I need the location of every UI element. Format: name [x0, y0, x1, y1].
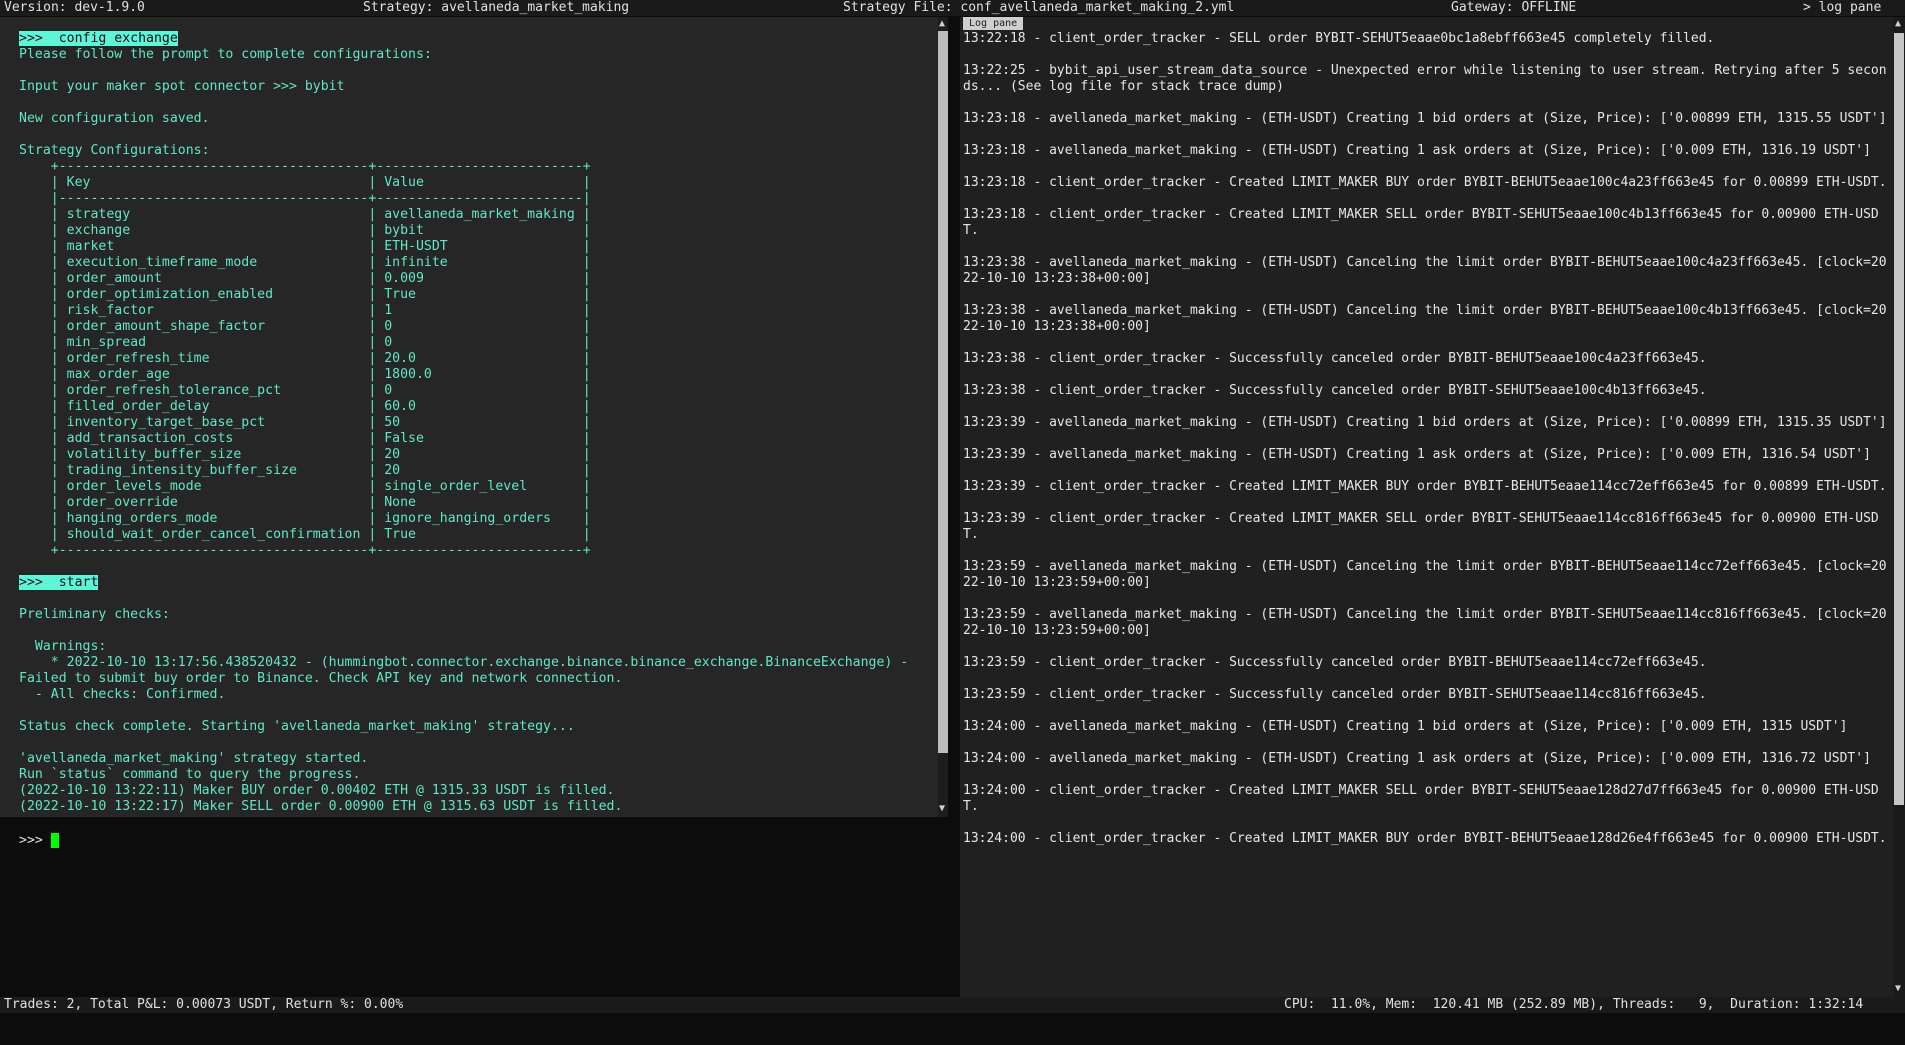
output-line: | order_amount_shape_factor | 0 |: [19, 319, 591, 334]
log-entry: 13:22:25 - bybit_api_user_stream_data_so…: [963, 63, 1887, 94]
log-entries: 13:22:18 - client_order_tracker - SELL o…: [963, 31, 1888, 863]
trades-summary: Trades: 2, Total P&L: 0.00073 USDT, Retu…: [4, 997, 404, 1012]
command-echo-line: >>> config exchange: [19, 31, 178, 46]
log-entry: 13:23:38 - client_order_tracker - Succes…: [963, 351, 1707, 366]
output-line: | should_wait_order_cancel_confirmation …: [19, 527, 591, 542]
output-line: | order_amount | 0.009 |: [19, 271, 591, 286]
log-entry: 13:23:38 - avellaneda_market_making - (E…: [963, 303, 1887, 334]
output-line: * 2022-10-10 13:17:56.438520432 - (hummi…: [19, 655, 909, 670]
output-line: Run `status` command to query the progre…: [19, 767, 361, 782]
output-line: | add_transaction_costs | False |: [19, 431, 591, 446]
output-line: (2022-10-10 13:22:17) Maker SELL order 0…: [19, 799, 623, 814]
up-arrow-icon[interactable]: ▲: [1895, 19, 1901, 29]
log-entry: 13:23:59 - client_order_tracker - Succes…: [963, 687, 1707, 702]
output-scrollbar[interactable]: ▲ ▼: [938, 17, 948, 817]
up-arrow-icon[interactable]: ▲: [939, 19, 945, 29]
pane-divider: [948, 17, 960, 997]
top-bar: Version: dev-1.9.0 Strategy: avellaneda_…: [0, 0, 1905, 16]
output-line: 'avellaneda_market_making' strategy star…: [19, 751, 369, 766]
output-line: | order_refresh_tolerance_pct | 0 |: [19, 383, 591, 398]
version-label: Version: dev-1.9.0: [4, 0, 145, 15]
log-scrollbar[interactable]: ▲ ▼: [1893, 17, 1905, 997]
command-input[interactable]: >>>: [19, 833, 59, 849]
log-entry: 13:23:38 - avellaneda_market_making - (E…: [963, 255, 1887, 286]
output-line: +---------------------------------------…: [19, 543, 591, 558]
prompt-symbol: >>>: [19, 833, 51, 848]
down-arrow-icon[interactable]: ▼: [939, 804, 945, 814]
output-line: | market | ETH-USDT |: [19, 239, 591, 254]
log-entry: 13:23:18 - avellaneda_market_making - (E…: [963, 143, 1871, 158]
log-entry: 13:24:00 - client_order_tracker - Create…: [963, 831, 1887, 846]
output-text: >>> config exchange Please follow the pr…: [19, 31, 908, 815]
output-line: | risk_factor | 1 |: [19, 303, 591, 318]
input-area[interactable]: [0, 817, 948, 997]
log-entry: 13:22:18 - client_order_tracker - SELL o…: [963, 31, 1715, 46]
output-line: | hanging_orders_mode | ignore_hanging_o…: [19, 511, 591, 526]
strategy-label: Strategy: avellaneda_market_making: [363, 0, 630, 15]
output-line: | min_spread | 0 |: [19, 335, 591, 350]
output-line: | filled_order_delay | 60.0 |: [19, 399, 591, 414]
output-line: | order_optimization_enabled | True |: [19, 287, 591, 302]
output-line: Preliminary checks:: [19, 607, 170, 622]
output-line: Status check complete. Starting 'avellan…: [19, 719, 575, 734]
log-entry: 13:23:38 - client_order_tracker - Succes…: [963, 383, 1707, 398]
output-line: - All checks: Confirmed.: [19, 687, 226, 702]
log-pane-toggle[interactable]: > log pane: [1803, 0, 1881, 16]
output-line: (2022-10-10 13:22:11) Maker BUY order 0.…: [19, 783, 615, 798]
down-arrow-icon[interactable]: ▼: [1895, 984, 1901, 994]
output-scrollbar-thumb[interactable]: [938, 31, 948, 753]
output-line: | volatility_buffer_size | 20 |: [19, 447, 591, 462]
gateway-status: Gateway: OFFLINE: [1451, 0, 1577, 15]
log-entry: 13:23:59 - avellaneda_market_making - (E…: [963, 559, 1887, 590]
log-pane-title: Log pane: [963, 17, 1024, 30]
log-entry: 13:23:39 - client_order_tracker - Create…: [963, 479, 1887, 494]
log-entry: 13:23:18 - client_order_tracker - Create…: [963, 175, 1887, 190]
output-line: | exchange | bybit |: [19, 223, 591, 238]
log-entry: 13:24:00 - avellaneda_market_making - (E…: [963, 719, 1848, 734]
output-line: | execution_timeframe_mode | infinite |: [19, 255, 591, 270]
output-line: |---------------------------------------…: [19, 191, 591, 206]
log-entry: 13:23:39 - avellaneda_market_making - (E…: [963, 415, 1887, 430]
log-entry: 13:23:39 - avellaneda_market_making - (E…: [963, 447, 1871, 462]
output-line: | trading_intensity_buffer_size | 20 |: [19, 463, 591, 478]
text-cursor: [50, 833, 59, 848]
output-line: | order_override | None |: [19, 495, 591, 510]
output-line: Input your maker spot connector >>> bybi…: [19, 79, 345, 94]
output-line: Warnings:: [19, 639, 107, 654]
output-line: Strategy Configurations:: [19, 143, 210, 158]
output-line: New configuration saved.: [19, 111, 210, 126]
output-line: | strategy | avellaneda_market_making |: [19, 207, 591, 222]
log-entry: 13:24:00 - client_order_tracker - Create…: [963, 783, 1879, 814]
output-line: +---------------------------------------…: [19, 159, 591, 174]
output-line: | inventory_target_base_pct | 50 |: [19, 415, 591, 430]
output-line: Failed to submit buy order to Binance. C…: [19, 671, 623, 686]
log-entry: 13:23:59 - avellaneda_market_making - (E…: [963, 607, 1887, 638]
output-line: Please follow the prompt to complete con…: [19, 47, 432, 62]
output-line: | order_levels_mode | single_order_level…: [19, 479, 591, 494]
log-scrollbar-thumb[interactable]: [1894, 33, 1904, 805]
strategy-file-label: Strategy File: conf_avellaneda_market_ma…: [843, 0, 1235, 15]
log-entry: 13:23:18 - client_order_tracker - Create…: [963, 207, 1879, 238]
log-entry: 13:23:39 - client_order_tracker - Create…: [963, 511, 1879, 542]
status-bar: Trades: 2, Total P&L: 0.00073 USDT, Retu…: [0, 997, 1905, 1013]
command-echo-line: >>> start: [19, 575, 99, 590]
output-line: | Key | Value |: [19, 175, 591, 190]
system-stats: CPU: 11.0%, Mem: 120.41 MB (252.89 MB), …: [1284, 997, 1864, 1012]
log-entry: 13:23:18 - avellaneda_market_making - (E…: [963, 111, 1887, 126]
output-line: | order_refresh_time | 20.0 |: [19, 351, 591, 366]
output-line: | max_order_age | 1800.0 |: [19, 367, 591, 382]
log-entry: 13:23:59 - client_order_tracker - Succes…: [963, 655, 1707, 670]
log-entry: 13:24:00 - avellaneda_market_making - (E…: [963, 751, 1871, 766]
